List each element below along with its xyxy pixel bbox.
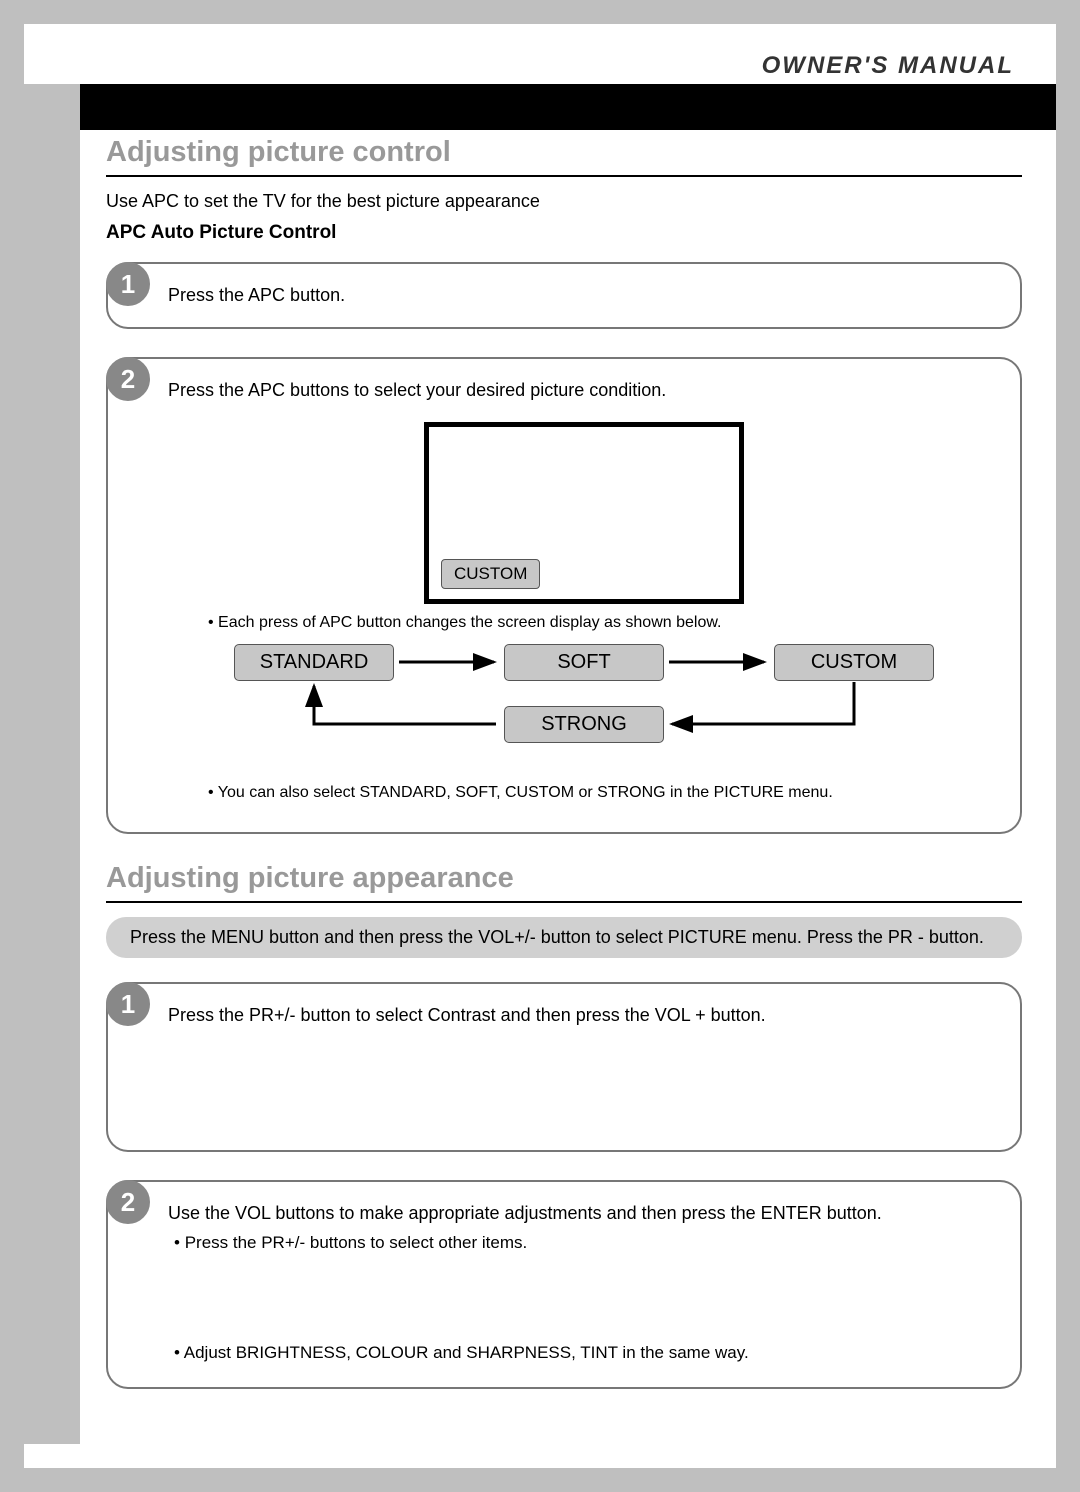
tv-mode-label: CUSTOM [441, 559, 540, 589]
section1-step1-box: 1 Press the APC button. [106, 262, 1022, 329]
section2-chip: Press the MENU button and then press the… [106, 917, 1022, 958]
section2-rule [106, 901, 1022, 903]
content: Adjusting picture control Use APC to set… [106, 132, 1022, 1417]
section2-step1-box: 1 Press the PR+/- button to select Contr… [106, 982, 1022, 1152]
mode-strong: STRONG [504, 706, 664, 743]
step-number-icon: 2 [106, 357, 150, 401]
section1-bullet1: Each press of APC button changes the scr… [208, 614, 1000, 632]
section1-step2-text: Press the APC buttons to select your des… [168, 377, 1000, 404]
mode-standard: STANDARD [234, 644, 394, 681]
section2-title: Adjusting picture appearance [106, 862, 1022, 895]
section1-subhead: APC Auto Picture Control [106, 222, 1022, 244]
header-label: OWNER'S MANUAL [762, 52, 1014, 80]
step-number-icon: 1 [106, 982, 150, 1026]
tv-screen-icon: CUSTOM [424, 422, 744, 604]
section2-bullet1: Press the PR+/- buttons to select other … [174, 1233, 1000, 1253]
mode-custom: CUSTOM [774, 644, 934, 681]
section2-bullet2: Adjust BRIGHTNESS, COLOUR and SHARPNESS,… [174, 1343, 1000, 1363]
step-number-icon: 1 [106, 262, 150, 306]
mode-flow-diagram: STANDARD SOFT CUSTOM STRONG [234, 644, 934, 774]
section1-step1-text: Press the APC button. [168, 282, 1000, 309]
section2-step2-box: 2 Use the VOL buttons to make appropriat… [106, 1180, 1022, 1389]
section1-title: Adjusting picture control [106, 136, 1022, 169]
header-bar [24, 84, 1056, 130]
step-number-icon: 2 [106, 1180, 150, 1224]
section2-step2-text: Use the VOL buttons to make appropriate … [168, 1200, 1000, 1227]
mode-soft: SOFT [504, 644, 664, 681]
page: OWNER'S MANUAL Adjusting picture control… [24, 24, 1056, 1468]
section1-rule [106, 175, 1022, 177]
section2-step1-text: Press the PR+/- button to select Contras… [168, 1002, 1000, 1029]
section1-step2-box: 2 Press the APC buttons to select your d… [106, 357, 1022, 834]
section1-bullet2: You can also select STANDARD, SOFT, CUST… [208, 784, 1000, 802]
left-gutter [24, 84, 80, 1444]
section1-intro: Use APC to set the TV for the best pictu… [106, 191, 1022, 212]
